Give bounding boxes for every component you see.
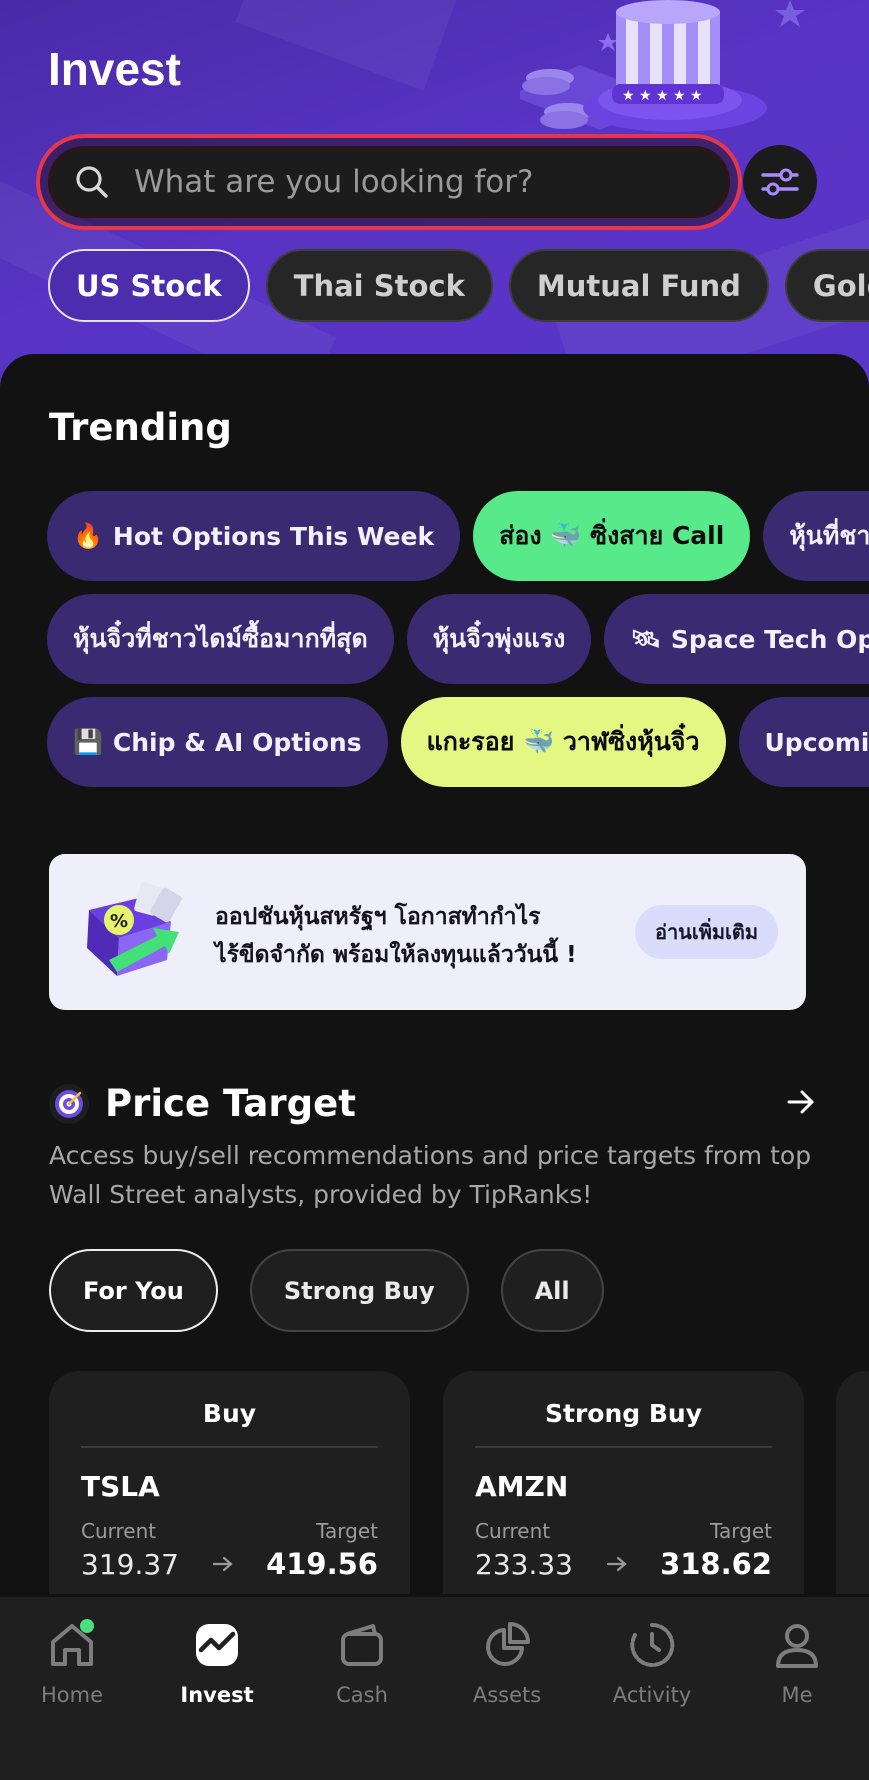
card-divider <box>81 1446 378 1448</box>
floppy-disk-icon: 💾 <box>73 728 103 756</box>
trending-chip[interactable]: 🔥 Hot Options This Week <box>47 491 461 581</box>
trending-chip-label: หุ้นจิ๋วที่ชาวไดม์ซื้อมากที่สุด <box>73 624 368 653</box>
tab-thai-stock[interactable]: Thai Stock <box>265 249 493 322</box>
nav-me[interactable]: Me <box>737 1617 857 1707</box>
options-promo-banner[interactable]: % ออปชันหุ้นสหรัฐฯ โอกาสทำกำไร ไร้ขีดจำก… <box>49 854 806 1010</box>
price-target-card[interactable]: Strong Buy AMZN Current Target 233.33 31… <box>443 1371 804 1594</box>
price-target-card[interactable]: Buy TSLA Current Target 319.37 419.56 <box>49 1371 410 1594</box>
current-price: 319.37 <box>81 1547 179 1581</box>
svg-text:★ ★ ★ ★ ★: ★ ★ ★ ★ ★ <box>622 88 703 104</box>
clock-icon <box>630 1622 675 1667</box>
search-placeholder: What are you looking for? <box>134 164 534 200</box>
trending-chip[interactable]: หุ้นจิ๋วพุ่งแรง <box>406 594 592 684</box>
filter-settings-button[interactable] <box>743 145 817 219</box>
nav-label: Home <box>40 1683 103 1707</box>
trending-chip[interactable]: Upcoming X <box>738 697 869 787</box>
price-target-card-partial[interactable] <box>836 1371 869 1594</box>
asset-class-tabs: US Stock Thai Stock Mutual Fund Gold <box>48 249 869 322</box>
search-icon <box>76 166 108 198</box>
search-highlight: What are you looking for? <box>36 134 742 230</box>
trending-chip[interactable]: หุ้นจิ๋วที่ชาวไดม์ซื้อมากที่สุด <box>47 594 394 684</box>
trending-chip[interactable]: หุ้นที่ชาวไดม <box>763 491 869 581</box>
options-ticket-illustration-icon: % <box>87 882 182 976</box>
header-decoration <box>235 0 465 91</box>
filter-all[interactable]: All <box>500 1249 604 1332</box>
satellite-icon: 🛰 <box>630 625 661 653</box>
nav-label: Assets <box>472 1683 542 1707</box>
trending-chip-label: ส่อง 🐳 ซิ่งสาย Call <box>499 521 725 550</box>
target-label: Target <box>316 1519 378 1543</box>
nav-label: Invest <box>180 1683 254 1707</box>
trending-chip[interactable]: 💾 Chip & AI Options <box>47 697 388 787</box>
target-price: 419.56 <box>266 1547 378 1581</box>
svg-text:%: % <box>110 911 128 932</box>
trending-chip[interactable]: 🛰 Space Tech Optio <box>604 594 869 684</box>
current-label: Current <box>475 1519 551 1543</box>
trending-chip[interactable]: ส่อง 🐳 ซิ่งสาย Call <box>473 491 751 581</box>
trending-title: Trending <box>49 406 232 449</box>
card-divider <box>475 1446 772 1448</box>
nav-label: Cash <box>336 1683 388 1707</box>
card-ticker: AMZN <box>475 1470 569 1503</box>
pie-chart-icon <box>486 1622 530 1666</box>
notification-dot <box>80 1619 94 1633</box>
bottom-navigation: Home Invest Cash Assets Activity Me <box>0 1597 869 1780</box>
card-rating: Strong Buy <box>544 1399 702 1428</box>
user-icon <box>776 1624 818 1668</box>
banner-text: ออปชันหุ้นสหรัฐฯ โอกาสทำกำไร ไร้ขีดจำกัด… <box>215 898 577 974</box>
nav-home[interactable]: Home <box>12 1617 132 1707</box>
wallet-icon <box>341 1624 383 1666</box>
nav-activity[interactable]: Activity <box>592 1617 712 1707</box>
filter-strong-buy[interactable]: Strong Buy <box>249 1249 469 1332</box>
trending-chip-label: หุ้นจิ๋วพุ่งแรง <box>432 624 566 653</box>
fire-icon: 🔥 <box>73 522 103 550</box>
trending-chip-label: แกะรอย 🐳 วาฬซิ่งหุ้นจิ๋ว <box>426 727 700 756</box>
hat-illustration-icon: ★ ★ ★ ★ ★ <box>520 0 805 132</box>
search-input[interactable]: What are you looking for? <box>48 146 730 218</box>
banner-line: ออปชันหุ้นสหรัฐฯ โอกาสทำกำไร <box>215 904 541 930</box>
arrow-right-icon <box>212 1556 233 1572</box>
read-more-button[interactable]: อ่านเพิ่มเติม <box>635 905 778 959</box>
target-price: 318.62 <box>660 1547 772 1581</box>
target-label: Target <box>710 1519 772 1543</box>
tab-gold[interactable]: Gold <box>784 249 869 322</box>
tab-us-stock[interactable]: US Stock <box>48 249 250 322</box>
trending-row-2: หุ้นจิ๋วที่ชาวไดม์ซื้อมากที่สุด หุ้นจิ๋ว… <box>47 594 869 684</box>
current-label: Current <box>81 1519 157 1543</box>
target-icon <box>49 1084 89 1124</box>
trending-row-1: 🔥 Hot Options This Week ส่อง 🐳 ซิ่งสาย C… <box>47 491 869 581</box>
nav-assets[interactable]: Assets <box>447 1617 567 1707</box>
current-price: 233.33 <box>475 1547 573 1581</box>
arrow-right-icon[interactable] <box>786 1087 816 1117</box>
nav-invest[interactable]: Invest <box>157 1617 277 1707</box>
arrow-right-icon <box>606 1556 627 1572</box>
trending-chip-label: Upcoming X <box>764 727 869 757</box>
sliders-icon <box>761 168 799 196</box>
price-target-filters: For You Strong Buy All <box>49 1249 604 1332</box>
card-rating: Buy <box>202 1399 257 1428</box>
price-target-description: Access buy/sell recommendations and pric… <box>49 1141 812 1209</box>
price-target-title: Price Target <box>105 1082 356 1125</box>
main-content[interactable]: Trending 🔥 Hot Options This Week ส่อง 🐳 … <box>0 354 869 1594</box>
nav-cash[interactable]: Cash <box>302 1617 422 1707</box>
trending-chip-label: Hot Options This Week <box>112 521 435 551</box>
nav-label: Activity <box>612 1683 692 1707</box>
invest-header: Invest ★ ★ ★ ★ ★ What are you looking fo… <box>0 0 869 400</box>
trending-row-3: 💾 Chip & AI Options แกะรอย 🐳 วาฬซิ่งหุ้น… <box>47 697 869 787</box>
page-title: Invest <box>48 43 181 95</box>
trending-chip-label: หุ้นที่ชาวไดม <box>789 521 869 550</box>
invest-icon <box>196 1624 238 1666</box>
filter-for-you[interactable]: For You <box>49 1249 218 1332</box>
banner-line: ไร้ขีดจำกัด พร้อมให้ลงทุนแล้ววันนี้ ! <box>215 942 577 968</box>
nav-label: Me <box>781 1683 813 1707</box>
trending-chip[interactable]: แกะรอย 🐳 วาฬซิ่งหุ้นจิ๋ว <box>400 697 726 787</box>
tab-mutual-fund[interactable]: Mutual Fund <box>508 249 769 322</box>
card-ticker: TSLA <box>81 1470 160 1503</box>
trending-chip-label: Chip & AI Options <box>112 727 362 757</box>
trending-chip-label: Space Tech Optio <box>670 624 869 654</box>
